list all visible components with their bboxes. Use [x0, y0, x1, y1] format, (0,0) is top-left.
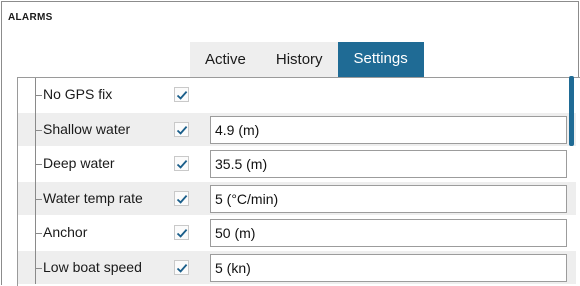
alarm-row-deep-water: Deep water 35.5 (m) [18, 146, 576, 180]
settings-panel: No GPS fix Shallow water 4.9 (m) Deep wa… [17, 77, 580, 286]
tree-branch [35, 268, 42, 269]
alarm-label: No GPS fix [43, 86, 113, 102]
alarm-enabled-checkbox[interactable] [174, 191, 189, 206]
tree-line [35, 146, 36, 180]
alarm-enabled-checkbox[interactable] [174, 260, 189, 275]
tree-line [35, 111, 36, 146]
checkmark-icon [176, 160, 188, 169]
alarm-enabled-checkbox[interactable] [174, 225, 189, 240]
alarm-row-shallow-water: Shallow water 4.9 (m) [18, 111, 576, 146]
alarm-enabled-checkbox[interactable] [174, 87, 189, 102]
alarm-enabled-checkbox[interactable] [174, 122, 189, 137]
alarm-value-field[interactable]: 35.5 (m) [210, 150, 567, 178]
tab-bar: Active History Settings [190, 42, 424, 77]
alarm-value-field[interactable]: 4.9 (m) [210, 116, 567, 144]
tree-branch [35, 130, 42, 131]
checkmark-icon [176, 195, 188, 204]
tab-active[interactable]: Active [190, 42, 261, 77]
alarms-window: ALARMS Active History Settings No GPS fi… [1, 1, 580, 286]
alarm-label: Water temp rate [43, 190, 143, 206]
tree-branch [35, 95, 42, 96]
alarm-label: Anchor [43, 224, 88, 240]
alarm-row-low-boat-speed: Low boat speed 5 (kn) [18, 249, 576, 284]
tree-line [35, 249, 36, 284]
alarm-row-anchor: Anchor 50 (m) [18, 215, 576, 249]
alarm-value-field[interactable]: 5 (°C/min) [210, 185, 567, 213]
tree-line [35, 215, 36, 249]
alarm-label: Shallow water [43, 121, 131, 137]
checkmark-icon [176, 229, 188, 238]
tree-branch [35, 233, 42, 234]
alarm-row-no-gps-fix: No GPS fix [18, 78, 576, 111]
alarm-enabled-checkbox[interactable] [174, 156, 189, 171]
window-title: ALARMS [8, 12, 53, 23]
tree-line [35, 180, 36, 215]
checkmark-icon [176, 126, 188, 135]
alarm-value-field[interactable]: 5 (kn) [210, 254, 567, 282]
tab-settings[interactable]: Settings [337, 42, 424, 77]
checkmark-icon [176, 264, 188, 273]
alarm-row-water-temp-rate: Water temp rate 5 (°C/min) [18, 180, 576, 215]
alarm-value-field[interactable]: 50 (m) [210, 219, 567, 247]
checkmark-icon [176, 91, 188, 100]
tree-branch [35, 199, 42, 200]
panel-scrollbar[interactable] [569, 76, 574, 146]
tree-branch [35, 164, 42, 165]
tab-history[interactable]: History [260, 42, 338, 77]
alarm-label: Deep water [43, 155, 115, 171]
alarm-label: Low boat speed [43, 259, 142, 275]
